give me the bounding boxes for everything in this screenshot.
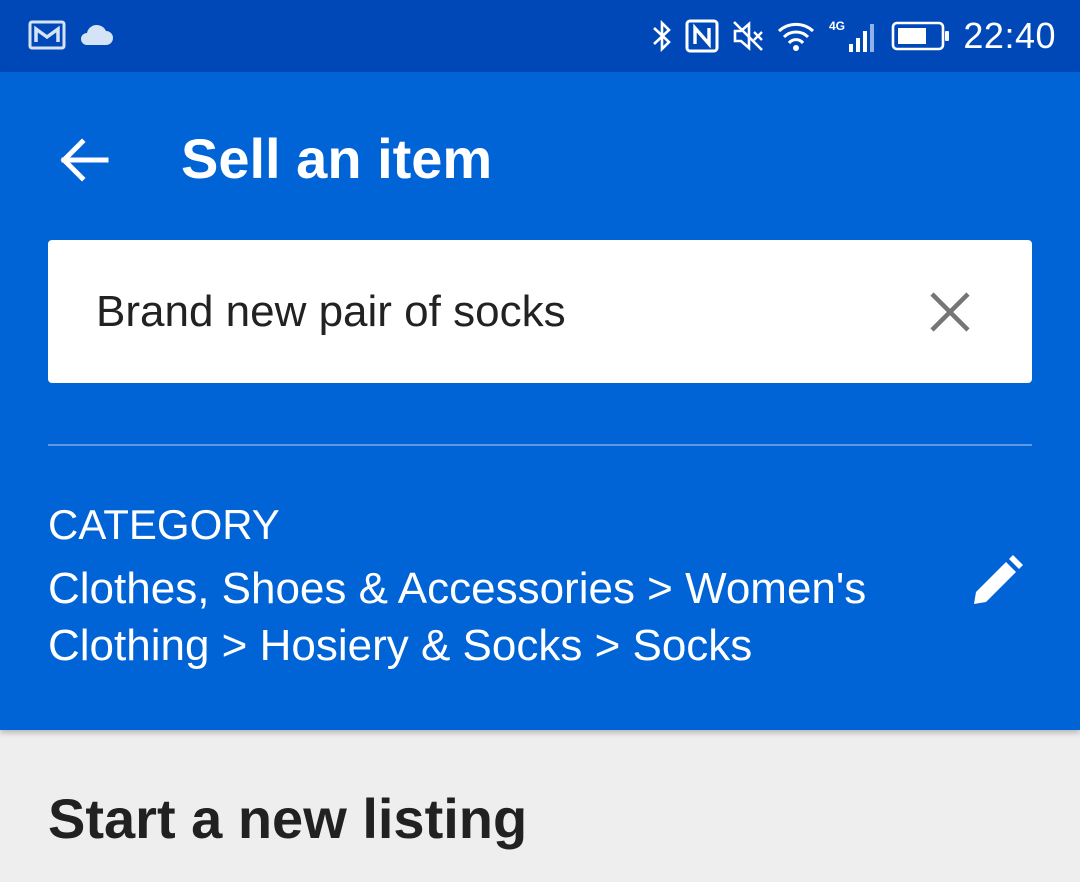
wifi-icon	[777, 20, 815, 52]
category-label: CATEGORY	[48, 501, 280, 548]
cellular-signal-icon: 4G	[827, 18, 879, 54]
edit-category-button[interactable]	[966, 552, 1026, 612]
arrow-back-icon	[58, 138, 110, 182]
back-button[interactable]	[52, 128, 116, 192]
close-icon	[928, 290, 972, 334]
network-type-label: 4G	[829, 19, 845, 33]
mute-icon	[731, 19, 765, 53]
gallery-notification-icon	[28, 20, 66, 50]
section-title: Start a new listing	[48, 787, 528, 850]
pencil-icon	[968, 554, 1024, 610]
item-title-field[interactable]	[48, 240, 1032, 383]
item-title-input[interactable]	[96, 280, 896, 344]
status-bar-system: 4G 22:40	[651, 14, 1056, 58]
page-title: Sell an item	[181, 127, 493, 190]
status-bar: 4G 22:40	[0, 0, 1080, 72]
clear-button[interactable]	[926, 288, 974, 336]
nfc-icon	[685, 19, 719, 53]
app-header: Sell an item CATEGORY Clothes, Shoes & A…	[0, 72, 1080, 730]
bluetooth-icon	[651, 18, 673, 54]
divider	[48, 444, 1032, 446]
status-bar-time: 22:40	[963, 15, 1056, 56]
status-bar-notifications	[28, 20, 114, 50]
category-path[interactable]: Clothes, Shoes & Accessories > Women's C…	[48, 560, 938, 674]
battery-icon	[891, 21, 951, 51]
cloud-icon	[78, 23, 114, 47]
